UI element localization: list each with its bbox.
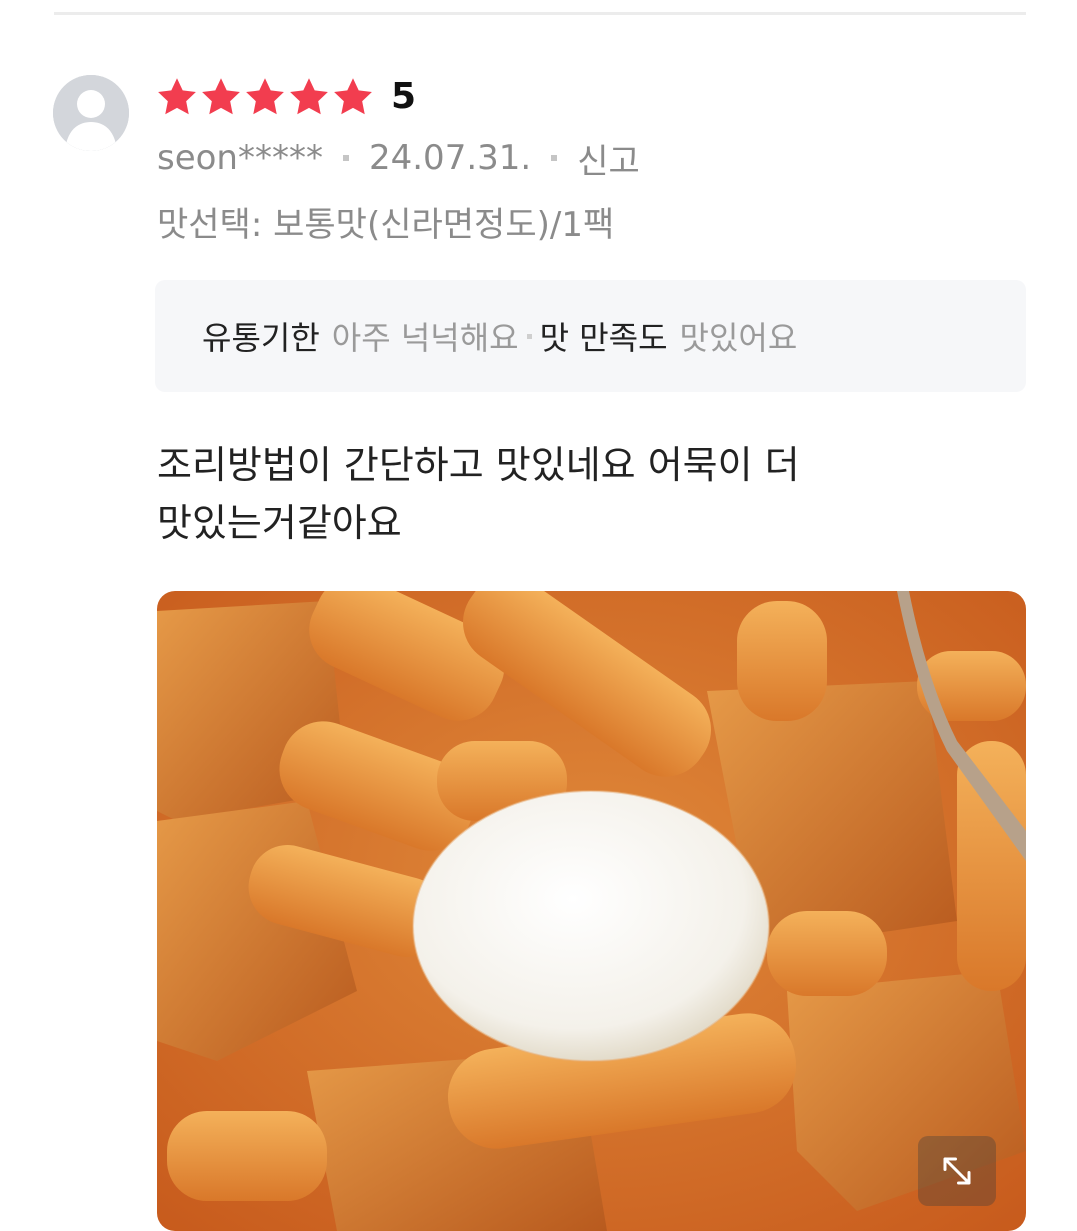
star-icon xyxy=(243,75,287,119)
star-icon xyxy=(331,75,375,119)
food-photo-image xyxy=(157,591,1026,1231)
rating-row: 5 xyxy=(155,74,416,120)
review-text-line: 맛있는거같아요 xyxy=(157,501,402,545)
user-silhouette-icon xyxy=(53,75,129,151)
star-icon xyxy=(199,75,243,119)
star-icon xyxy=(155,75,199,119)
star-icon xyxy=(287,75,331,119)
review-text-line: 조리방법이 간단하고 맛있네요 어묵이 더 xyxy=(157,443,800,487)
summary-label: 맛 만족도 xyxy=(539,319,668,357)
expand-photo-button[interactable] xyxy=(918,1136,996,1206)
expand-icon xyxy=(943,1157,971,1185)
review-summary-box: 유통기한 아주 넉넉해요 맛 만족도 맛있어요 xyxy=(155,280,1026,392)
user-avatar xyxy=(53,75,129,151)
review-body: 조리방법이 간단하고 맛있네요 어묵이 더 맛있는거같아요 xyxy=(157,436,1027,552)
star-rating xyxy=(155,75,375,119)
summary-value: 맛있어요 xyxy=(679,319,798,357)
review-photo[interactable] xyxy=(157,591,1026,1231)
top-divider xyxy=(54,12,1026,15)
separator-dot xyxy=(342,155,349,161)
reviewer-name: seon***** xyxy=(157,138,323,178)
separator-dot xyxy=(526,333,532,339)
report-button[interactable]: 신고 xyxy=(577,134,640,183)
summary-value: 아주 넉넉해요 xyxy=(331,319,519,357)
purchase-option: 맛선택: 보통맛(신라면정도)/1팩 xyxy=(157,205,615,245)
separator-dot xyxy=(551,155,558,161)
summary-label: 유통기한 xyxy=(202,319,320,357)
review-date: 24.07.31. xyxy=(368,138,532,178)
review-meta: seon***** 24.07.31. 신고 xyxy=(157,134,640,183)
rating-score: 5 xyxy=(391,76,417,117)
